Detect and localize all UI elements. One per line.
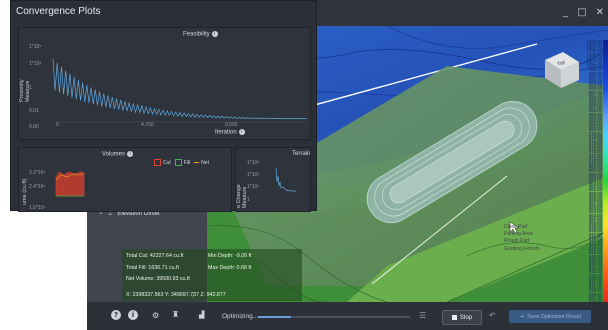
optimizing-status: Optimizing... [222,313,259,320]
elevation-color-ramp [603,40,608,302]
undo-icon[interactable]: ↶ [489,311,496,320]
progress-track [258,316,410,318]
feasibility-chart [52,58,307,123]
progress-fill [258,316,292,318]
min-depth: Min Depth: -9.06 ft [208,253,252,259]
minimize-button[interactable]: _ [563,7,568,18]
layer-rough-pad: Rough Pad [504,238,530,245]
elevation-legend: 1009.00 1008.00 1007.00 1006.00 1005.00 1004.… [582,39,608,302]
volumes-plot: Volumes i Cut Fill Net ume (cu.ft) 3.2*10… [18,147,232,212]
net-volume: Net Volume: 39590.93 cu.ft [126,276,190,282]
save-label: Save Optimized Result [527,313,581,320]
help-icon: ? [111,310,121,320]
convergence-title: Convergence Plots [16,6,101,17]
chart-icon[interactable]: ▟ [199,311,204,319]
volumes-chart [55,171,85,197]
info-icon: i [128,310,138,320]
network-icon[interactable]: ♜ [172,310,179,319]
terrain-plot: Terrain e Change Measure 1*10⁵ 1*10³ 1*1… [235,147,311,212]
volume-stats-panel: Total Cut: 42227.64 cu.ft Total Fill: 16… [122,249,302,301]
layer-parking-area: Parking Area [504,231,533,238]
layer-labels: Close Pad Parking Area Rough Pad Grading… [504,224,540,253]
convergence-plots-window[interactable]: Convergence Plots Feasibility i Proximity… [10,0,317,212]
total-cut: Total Cut: 42227.64 cu.ft [126,253,184,259]
elevation-legend-labels: 1009.00 1008.00 1007.00 1006.00 1005.00 1004.… [582,39,602,302]
save-arrow-icon: → [519,313,525,320]
layer-close-pad: Close Pad [504,224,528,230]
help-button[interactable]: ? [111,310,121,320]
stop-label: Stop [459,314,473,321]
save-optimized-result-button[interactable]: → Save Optimized Result [509,310,591,323]
stop-icon [451,315,457,320]
window-controls: _ □ ✕ [563,7,604,18]
total-fill: Total Fill: 1636.71 cu.ft [126,265,179,271]
terrain-chart [275,167,296,192]
close-button[interactable]: ✕ [596,7,604,18]
settings-gear-icon[interactable]: ⚙ [152,311,159,320]
list-icon[interactable]: ☰ [419,311,426,320]
max-depth: Max Depth: 0.68 ft [208,265,252,271]
layer-grading-extents: Grading Extents [504,245,540,252]
info-button[interactable]: i [128,310,138,320]
stop-button[interactable]: Stop [442,310,482,325]
feasibility-plot: Feasibility i Proximity Measure 1*10⁵ 1*1… [18,27,311,140]
cursor-coordinates: X: 2398337.563 Y: 349097.737 Z: 942.877 [126,292,226,298]
maximize-button[interactable]: □ [577,7,586,18]
